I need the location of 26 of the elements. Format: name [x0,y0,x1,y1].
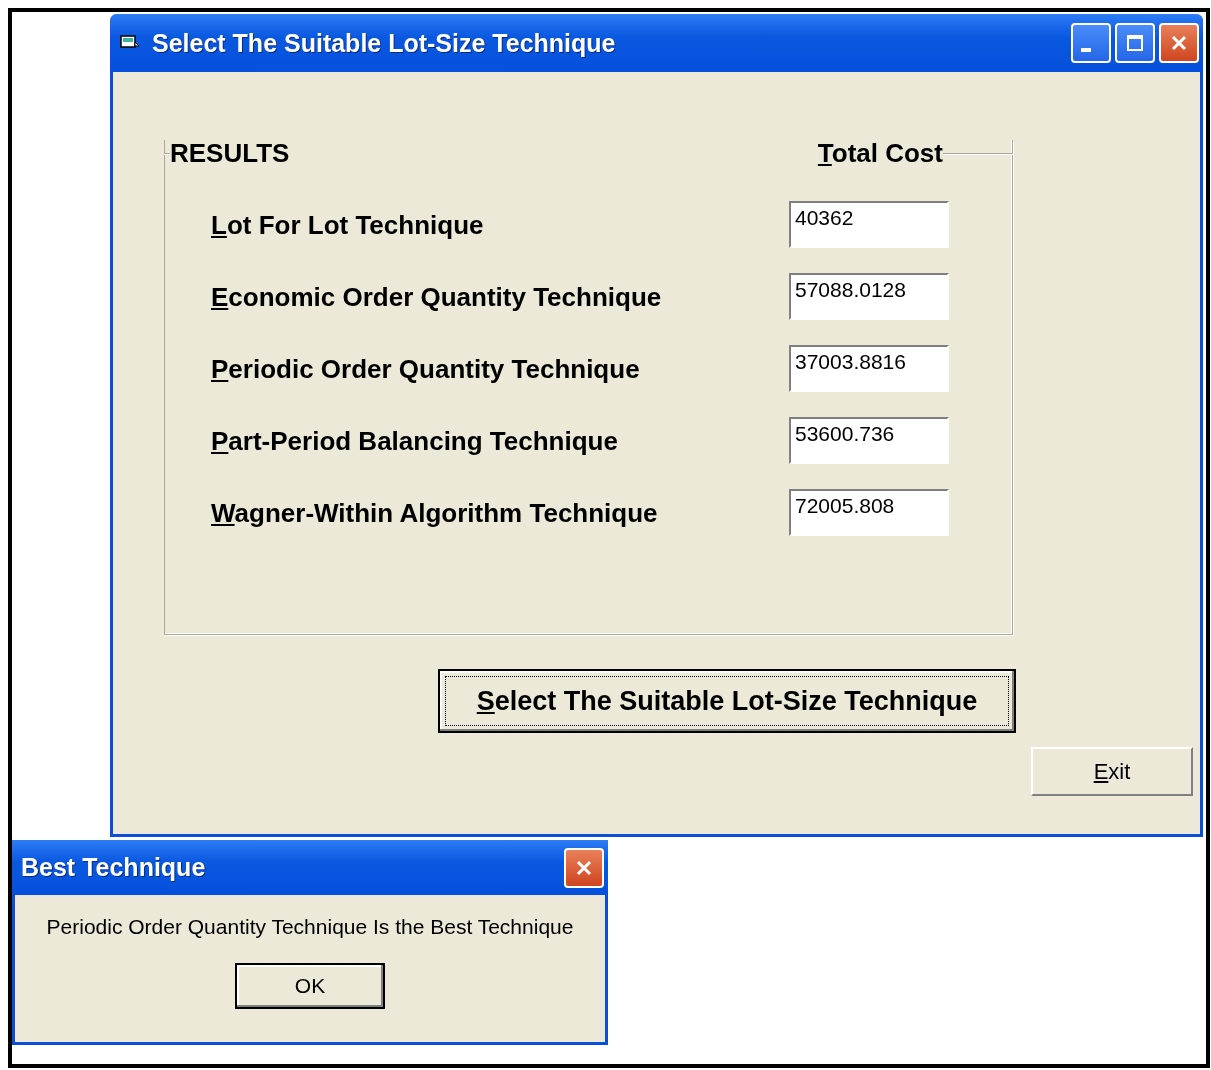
maximize-icon [1126,34,1144,52]
dialog-title: Best Technique [21,853,206,882]
technique-label: Periodic Order Quantity Technique [211,354,641,384]
minimize-icon [1081,48,1091,52]
select-button[interactable]: Select The Suitable Lot-Size Technique [438,669,1016,733]
technique-label: Economic Order Quantity Technique [211,282,663,312]
cost-field[interactable]: 53600.736 [789,417,949,464]
close-icon [575,858,593,877]
maximize-button[interactable] [1115,23,1155,63]
cost-field[interactable]: 40362 [789,201,949,248]
close-button[interactable] [564,847,604,888]
ok-button[interactable]: OK [235,963,385,1009]
minimize-button[interactable] [1071,23,1111,63]
dialog-message: Periodic Order Quantity Technique Is the Best Technique [46,915,574,939]
column-heading: Total Cost [817,137,943,169]
window-title: Select The Suitable Lot-Size Technique [152,28,616,58]
cost-field[interactable]: 72005.808 [789,489,949,536]
technique-label: Part-Period Balancing Technique [211,426,619,456]
cost-field[interactable]: 57088.0128 [789,273,949,320]
technique-label: Lot For Lot Technique [211,210,485,240]
group-title: RESULTS [170,137,290,169]
cost-field[interactable]: 37003.8816 [789,345,949,392]
technique-label: Wagner-Within Algorithm Technique [211,498,659,528]
close-icon [1170,34,1188,52]
close-button[interactable] [1159,23,1199,63]
exit-button[interactable]: Exit [1031,747,1193,796]
